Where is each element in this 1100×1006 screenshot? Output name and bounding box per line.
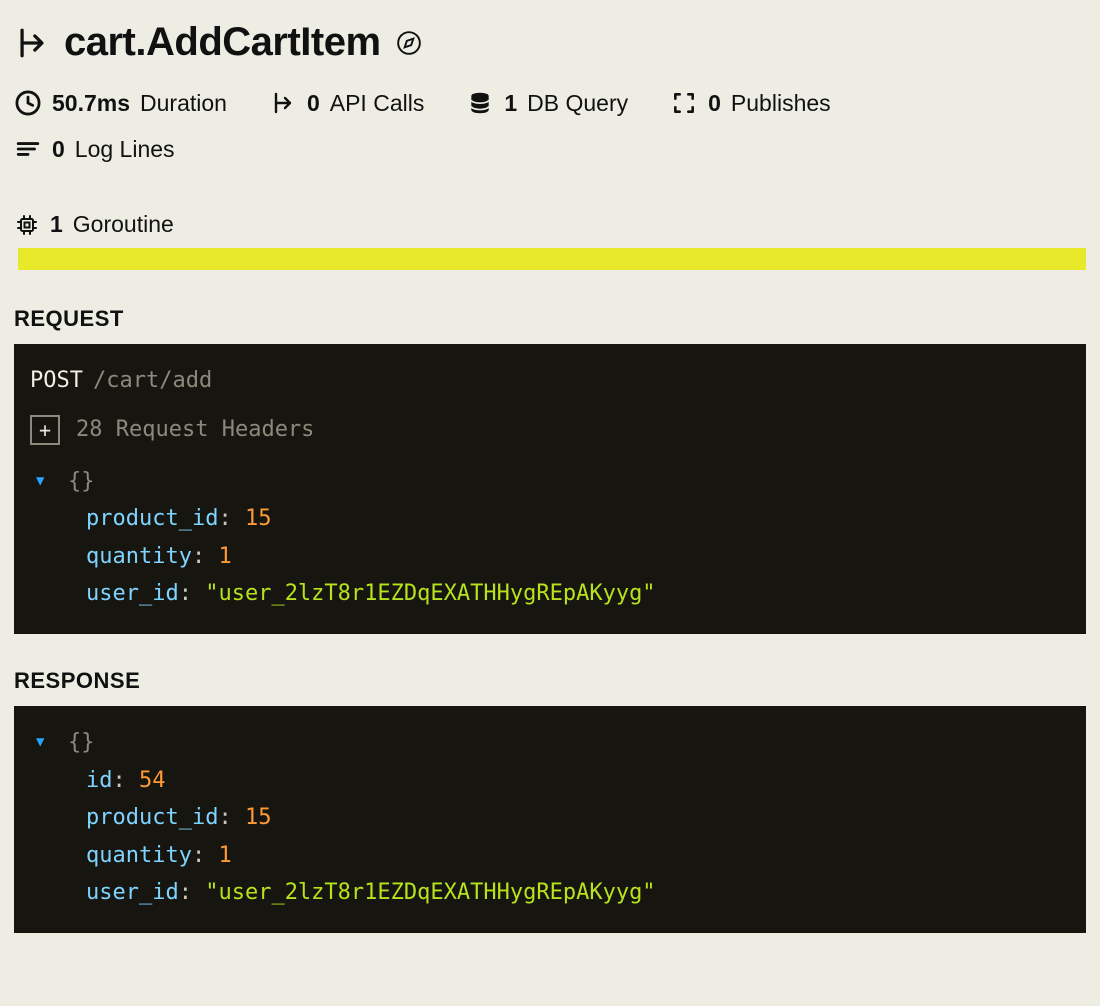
api-calls-icon	[269, 89, 297, 117]
request-section-label: REQUEST	[14, 306, 1086, 332]
publishes-icon	[670, 89, 698, 117]
database-icon	[466, 89, 494, 117]
goroutine-label: Goroutine	[73, 211, 174, 238]
headers-toggle-row[interactable]: + 28 Request Headers	[30, 411, 1070, 448]
duration-label: Duration	[140, 90, 227, 117]
json-field: product_id: 15	[36, 799, 1070, 836]
goroutine-row: 1 Goroutine	[14, 211, 1086, 238]
json-field: id: 54	[36, 762, 1070, 799]
publishes-label: Publishes	[731, 90, 831, 117]
goroutine-count: 1	[50, 211, 63, 238]
publishes-value: 0	[708, 90, 721, 117]
stats-row: 50.7ms Duration 0 API Calls 1 DB Quer	[14, 89, 1086, 163]
stat-db-query: 1 DB Query	[466, 89, 628, 117]
trace-title: cart.AddCartItem	[64, 20, 381, 65]
db-query-label: DB Query	[527, 90, 628, 117]
stat-publishes: 0 Publishes	[670, 89, 831, 117]
stat-log-lines: 0 Log Lines	[14, 135, 1086, 163]
api-calls-value: 0	[307, 90, 320, 117]
cpu-icon	[14, 212, 40, 238]
json-braces: {}	[68, 724, 95, 761]
json-field: quantity: 1	[36, 837, 1070, 874]
stat-api-calls: 0 API Calls	[269, 89, 424, 117]
headers-label: Request Headers	[116, 417, 315, 442]
http-path: /cart/add	[93, 368, 212, 393]
clock-icon	[14, 89, 42, 117]
stat-duration: 50.7ms Duration	[14, 89, 227, 117]
response-body: ▼ {} id: 54 product_id: 15 quantity: 1 u…	[30, 724, 1070, 911]
headers-count: 28	[76, 417, 103, 442]
disclosure-triangle-icon[interactable]: ▼	[36, 731, 50, 755]
duration-value: 50.7ms	[52, 90, 130, 117]
trace-header: cart.AddCartItem	[14, 20, 1086, 65]
http-line: POST/cart/add	[30, 362, 1070, 399]
json-field: product_id: 15	[36, 500, 1070, 537]
log-lines-label: Log Lines	[75, 136, 175, 163]
disclosure-triangle-icon[interactable]: ▼	[36, 470, 50, 494]
http-method: POST	[30, 368, 83, 393]
timeline-bar[interactable]	[18, 248, 1086, 270]
api-call-icon	[14, 25, 50, 61]
log-lines-icon	[14, 135, 42, 163]
request-body: ▼ {} product_id: 15 quantity: 1 user_id:…	[30, 463, 1070, 613]
json-field: user_id: "user_2lzT8r1EZDqEXATHHygREpAKy…	[36, 575, 1070, 612]
json-field: user_id: "user_2lzT8r1EZDqEXATHHygREpAKy…	[36, 874, 1070, 911]
api-calls-label: API Calls	[330, 90, 425, 117]
json-braces: {}	[68, 463, 95, 500]
log-lines-value: 0	[52, 136, 65, 163]
expand-headers-button[interactable]: +	[30, 415, 60, 445]
json-field: quantity: 1	[36, 538, 1070, 575]
request-panel: POST/cart/add + 28 Request Headers ▼ {} …	[14, 344, 1086, 634]
compass-icon[interactable]	[395, 29, 423, 57]
db-query-value: 1	[504, 90, 517, 117]
response-section-label: RESPONSE	[14, 668, 1086, 694]
response-panel: ▼ {} id: 54 product_id: 15 quantity: 1 u…	[14, 706, 1086, 933]
